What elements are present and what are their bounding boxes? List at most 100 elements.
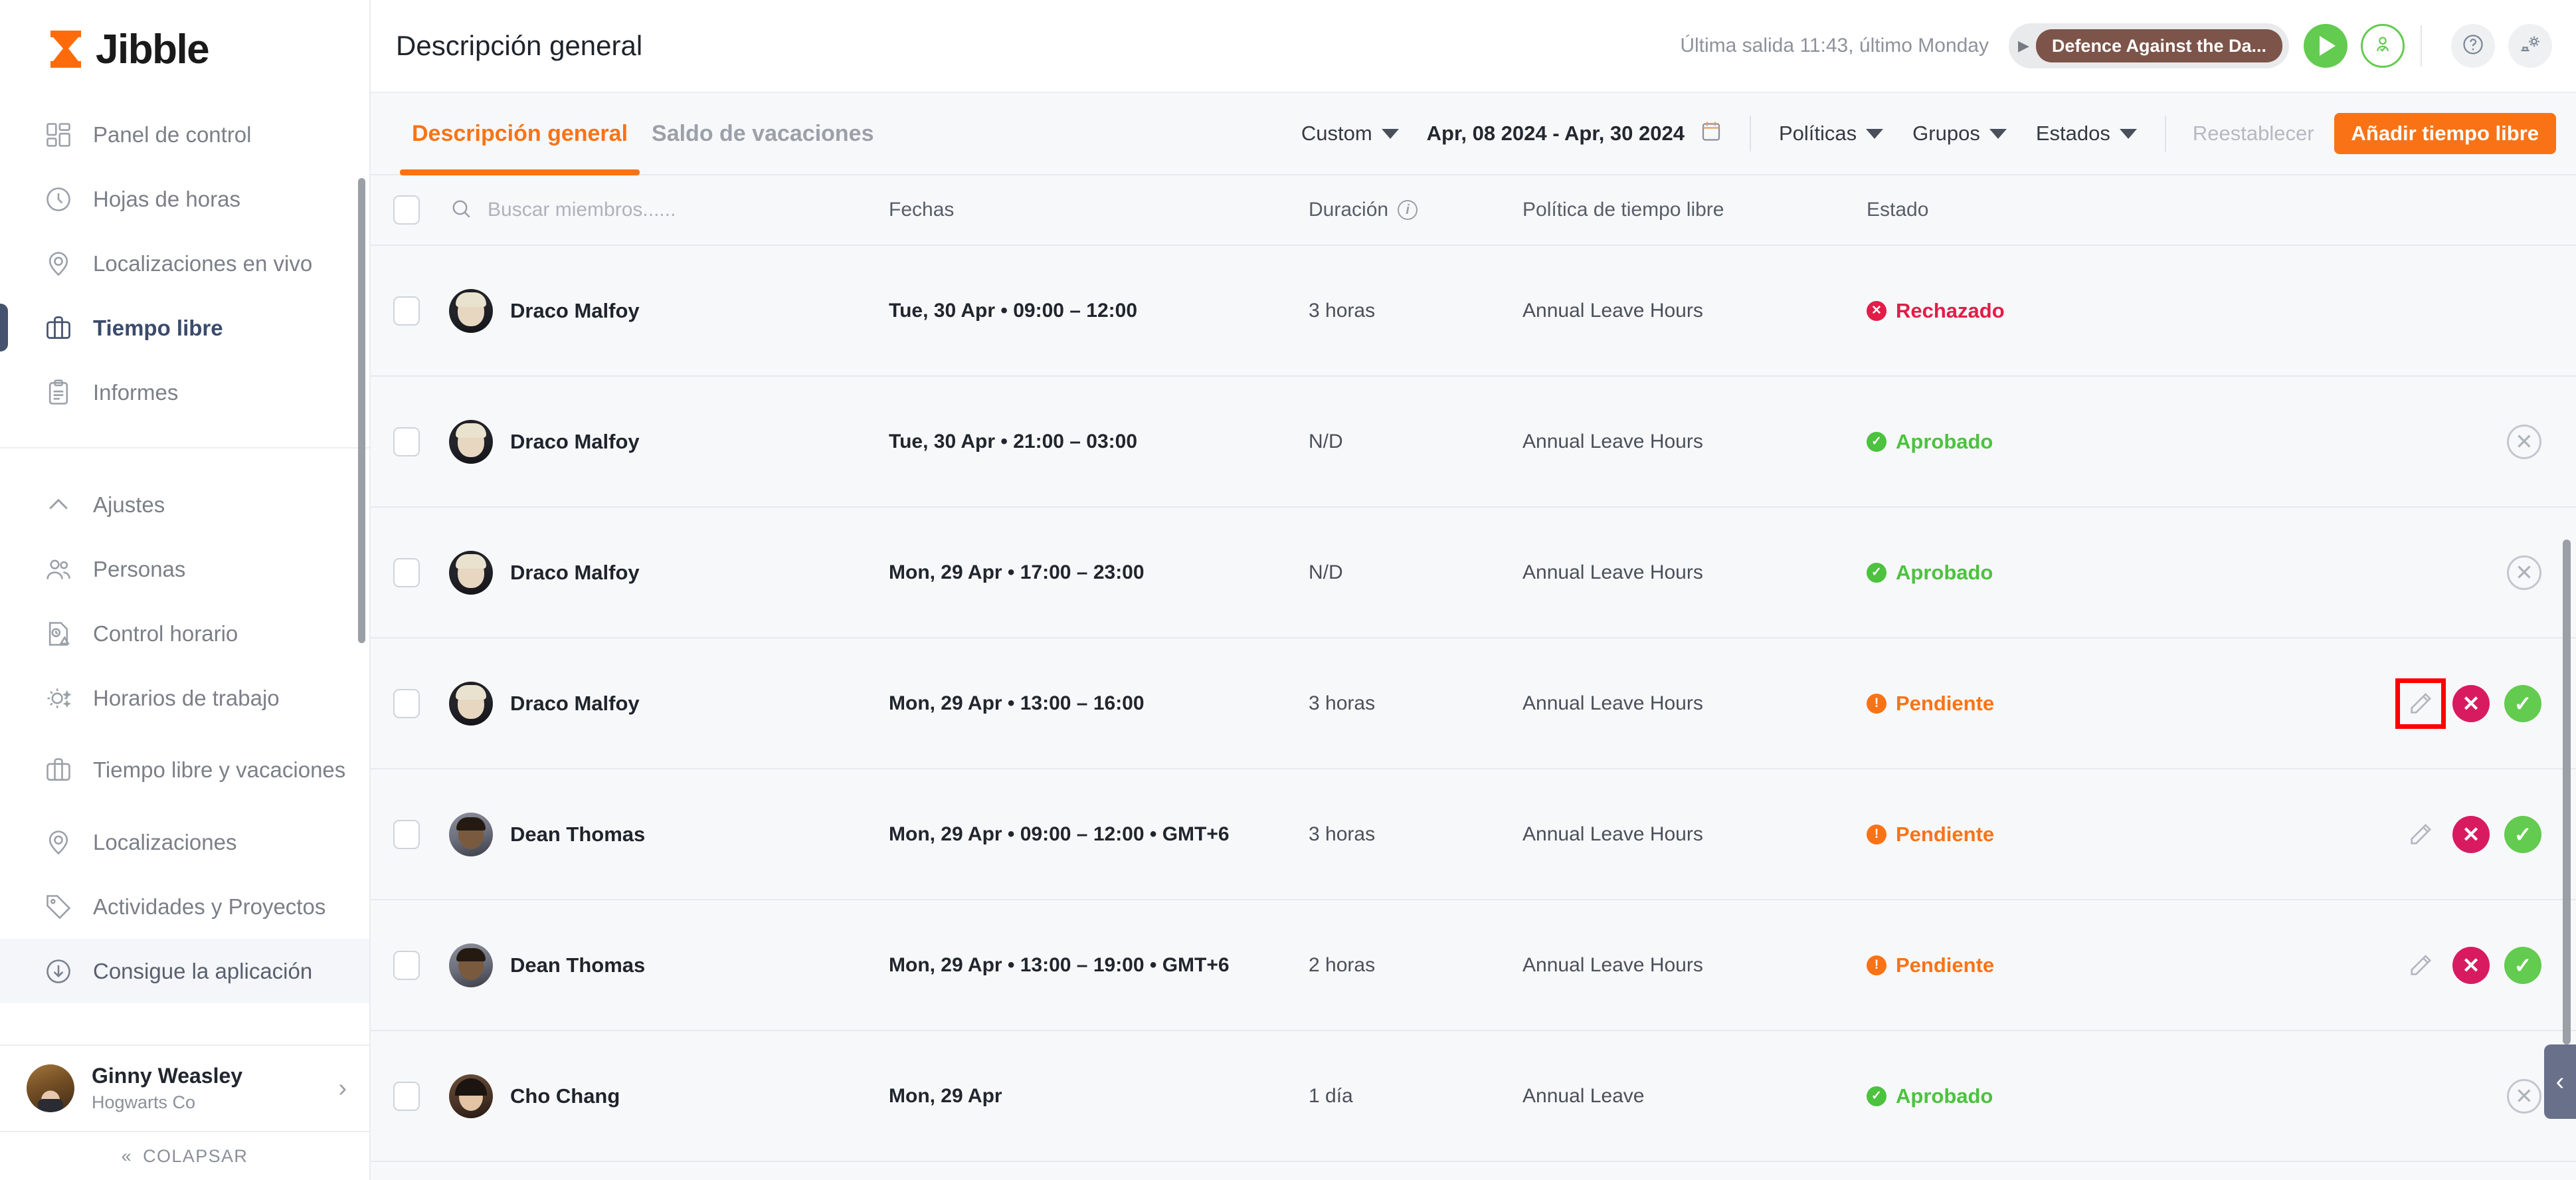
sidebar-item-people[interactable]: Personas	[0, 537, 369, 601]
status-label: Aprobado	[1896, 429, 1993, 453]
time-control-icon	[43, 618, 74, 650]
info-icon[interactable]: i	[1398, 200, 1418, 220]
dates-cell: Mon, 29 Apr • 13:00 – 16:00	[889, 692, 1145, 714]
chevron-right-icon: ›	[338, 1074, 347, 1102]
table-row[interactable]: Dean Thomas Mon, 29 Apr • 13:00 – 19:00 •…	[371, 900, 2576, 1031]
row-checkbox[interactable]	[393, 427, 420, 456]
approve-request-button[interactable]: ✓	[2504, 684, 2541, 722]
sidebar-item-settings[interactable]: Ajustes	[0, 472, 369, 537]
current-activity-pill[interactable]: ▶ Defence Against the Da...	[2009, 23, 2289, 68]
toolbar-divider	[2164, 116, 2166, 151]
table-row[interactable]: Draco Malfoy Tue, 30 Apr • 09:00 – 12:00 3…	[371, 246, 2576, 377]
date-range-picker[interactable]: Apr, 08 2024 - Apr, 30 2024	[1414, 119, 1736, 148]
filter-toolbar: Custom Apr, 08 2024 - Apr, 30 2024 Polít…	[1287, 113, 2556, 154]
sidebar-primary-group: Panel de control Hojas de horas Localiza…	[0, 98, 369, 425]
status-dot-icon: !	[1867, 824, 1886, 844]
tab-bar: Descripción general Saldo de vacaciones …	[371, 93, 2576, 175]
sidebar-scrollbar[interactable]	[358, 178, 365, 643]
tab-overview[interactable]: Descripción general	[400, 93, 640, 175]
status-cell: ✓ Aprobado	[1867, 561, 2199, 585]
sidebar-item-work-schedules[interactable]: Horarios de trabajo	[0, 666, 369, 730]
settings-button[interactable]	[2508, 24, 2552, 68]
reset-filters-button[interactable]: Reestablecer	[2179, 122, 2328, 146]
column-header-policy[interactable]: Política de tiempo libre	[1522, 199, 1867, 221]
sidebar-item-label: Horarios de trabajo	[93, 685, 280, 710]
reject-request-button[interactable]: ✕	[2452, 946, 2490, 984]
sidebar-item-time-off[interactable]: Tiempo libre	[0, 296, 369, 360]
cancel-request-button[interactable]: ✕	[2507, 1078, 2541, 1114]
filter-policies-dropdown[interactable]: Políticas	[1764, 122, 1898, 146]
row-actions: ✕ ✓	[2199, 815, 2576, 853]
activity-chip-label: Defence Against the Da...	[2035, 29, 2282, 62]
user-profile[interactable]: Ginny Weasley Hogwarts Co ›	[0, 1044, 369, 1131]
duration-cell: 1 día	[1309, 1084, 1353, 1107]
sidebar-item-locations[interactable]: Localizaciones	[0, 810, 369, 874]
duration-cell: 3 horas	[1309, 692, 1376, 714]
column-header-status[interactable]: Estado	[1867, 199, 2199, 221]
chevron-left-icon: ‹	[2555, 1067, 2565, 1096]
row-checkbox[interactable]	[393, 557, 420, 587]
filter-statuses-dropdown[interactable]: Estados	[2021, 122, 2152, 146]
sidebar-item-get-app[interactable]: Consigue la aplicación	[0, 939, 369, 1003]
column-header-dates[interactable]: Fechas	[889, 199, 1309, 221]
table-row[interactable]: Draco Malfoy Mon, 29 Apr • 13:00 – 16:00 3…	[371, 639, 2576, 769]
edit-request-button[interactable]	[2395, 678, 2446, 729]
column-header-duration[interactable]: Duración i	[1309, 199, 1522, 221]
personal-timer-button[interactable]	[2361, 24, 2405, 68]
sidebar-item-dashboard[interactable]: Panel de control	[0, 102, 369, 167]
reject-request-button[interactable]: ✕	[2452, 684, 2490, 722]
table-row[interactable]: Draco Malfoy Tue, 30 Apr • 21:00 – 03:00 N…	[371, 377, 2576, 508]
tab-holiday-balance[interactable]: Saldo de vacaciones	[640, 93, 886, 174]
gear-icon	[2518, 33, 2542, 60]
table-row[interactable]: Dean Thomas Mon, 29 Apr • 09:00 – 12:00 •…	[371, 769, 2576, 900]
cancel-request-button[interactable]: ✕	[2507, 424, 2541, 459]
sun-moon-icon	[43, 682, 74, 714]
filter-groups-dropdown[interactable]: Grupos	[1898, 122, 2021, 146]
row-checkbox[interactable]	[393, 950, 420, 980]
status-badge: ! Pendiente	[1867, 953, 2199, 977]
member-cell: Draco Malfoy	[449, 288, 889, 333]
avatar	[449, 943, 493, 987]
range-preset-dropdown[interactable]: Custom	[1287, 122, 1414, 146]
member-name: Cho Chang	[510, 1084, 620, 1108]
table-row[interactable]: Draco Malfoy Mon, 29 Apr • 17:00 – 23:00 N…	[371, 508, 2576, 639]
sidebar-item-live-locations[interactable]: Localizaciones en vivo	[0, 231, 369, 296]
status-dot-icon: ✓	[1867, 562, 1886, 583]
brand-logo[interactable]: Jibble	[0, 0, 369, 98]
row-checkbox[interactable]	[393, 819, 420, 849]
search-input[interactable]	[488, 199, 767, 221]
status-label: Pendiente	[1896, 822, 1995, 846]
avatar	[449, 550, 493, 595]
edit-request-button[interactable]	[2403, 817, 2438, 852]
reject-request-button[interactable]: ✕	[2452, 815, 2490, 853]
help-button[interactable]	[2451, 24, 2495, 68]
content-scrollbar[interactable]	[2563, 540, 2571, 1044]
sidebar-item-time-off-holidays[interactable]: Tiempo libre y vacaciones	[0, 730, 369, 810]
row-actions: ✕	[2199, 424, 2576, 459]
chevron-double-left-icon: «	[121, 1145, 133, 1166]
select-all-checkbox[interactable]	[393, 195, 420, 225]
approve-request-button[interactable]: ✓	[2504, 815, 2541, 853]
sidebar-item-timesheets[interactable]: Hojas de horas	[0, 167, 369, 231]
add-time-off-button[interactable]: Añadir tiempo libre	[2334, 113, 2556, 154]
sidebar-item-reports[interactable]: Informes	[0, 360, 369, 425]
row-select-cell	[393, 950, 449, 980]
member-search-cell	[449, 197, 889, 224]
collapse-sidebar-button[interactable]: « COLAPSAR	[0, 1131, 369, 1180]
sidebar-item-activities-projects[interactable]: Actividades y Proyectos	[0, 874, 369, 939]
row-checkbox[interactable]	[393, 296, 420, 326]
sidebar-item-time-control[interactable]: Control horario	[0, 601, 369, 666]
table-row[interactable]: Cho Chang Mon, 29 Apr 1 día Annual Leave ✓ Ap…	[371, 1031, 2576, 1162]
status-cell: ✕ Rechazado	[1867, 299, 2199, 323]
collapse-panel-toggle[interactable]: ‹	[2544, 1044, 2576, 1119]
cancel-request-button[interactable]: ✕	[2507, 555, 2541, 590]
avatar	[449, 1074, 493, 1118]
row-select-cell	[393, 1081, 449, 1111]
edit-request-button[interactable]	[2403, 948, 2438, 983]
approve-request-button[interactable]: ✓	[2504, 946, 2541, 984]
row-checkbox[interactable]	[393, 1081, 420, 1111]
row-checkbox[interactable]	[393, 688, 420, 718]
time-off-card: Descripción general Saldo de vacaciones …	[371, 93, 2576, 1180]
jibble-logo-icon	[46, 29, 85, 69]
start-timer-button[interactable]	[2304, 24, 2347, 68]
